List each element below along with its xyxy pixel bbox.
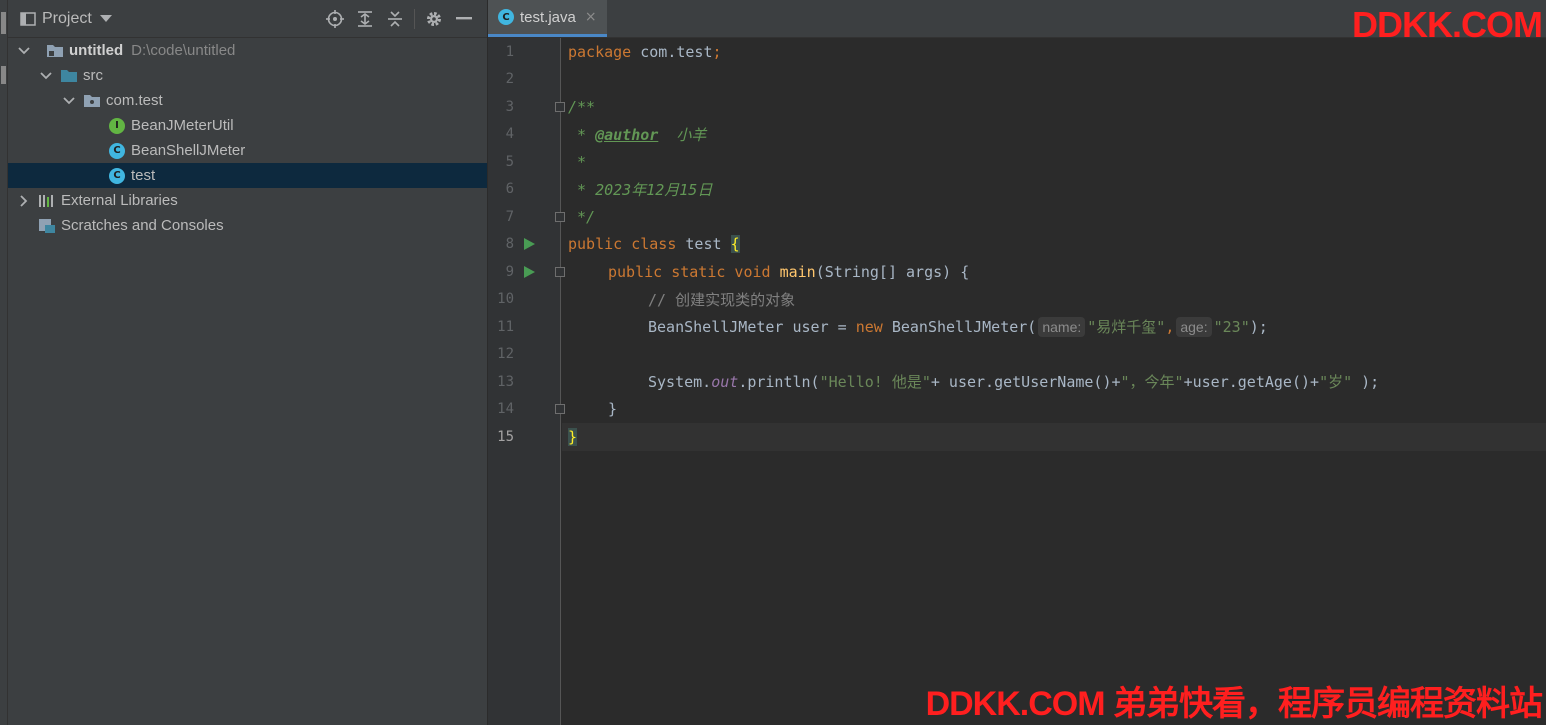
parameter-hint-age: age: — [1176, 317, 1212, 338]
line-number: 2 — [505, 71, 514, 88]
chevron-down-icon[interactable] — [99, 15, 112, 22]
expand-all-button[interactable] — [350, 4, 380, 34]
source-folder-icon — [60, 67, 78, 85]
libraries-icon — [38, 192, 56, 210]
chevron-down-icon[interactable] — [38, 68, 54, 84]
project-tool-window-tab[interactable] — [1, 12, 6, 34]
parameter-hint-name: name: — [1038, 317, 1086, 338]
fold-icon[interactable] — [555, 266, 565, 277]
project-panel-title[interactable]: Project — [42, 10, 92, 28]
line-number: 7 — [505, 208, 514, 225]
code-lines: 1 package com.test; 2 3 /** 4 * @author … — [488, 38, 1546, 725]
tree-item-label: BeanShellJMeter — [131, 142, 246, 159]
line-number: 10 — [497, 291, 514, 308]
line-number: 12 — [497, 346, 514, 363]
code-line: 4 * @author 小羊 — [488, 121, 1546, 149]
chevron-down-icon[interactable] — [61, 93, 77, 109]
toolbar-divider — [414, 8, 415, 29]
code-line: 13 System.out.println("Hello! 他是"+ user.… — [488, 368, 1546, 396]
tree-item-label: test — [131, 167, 156, 184]
project-panel: Project untitled D:\code\untitled src co… — [8, 0, 487, 725]
minimize-icon — [456, 16, 472, 19]
code-line: 6 * 2023年12月15日 — [488, 176, 1546, 204]
tree-item-label: src — [83, 67, 103, 84]
runnable-class-icon: C — [108, 167, 126, 185]
project-view-icon — [20, 11, 36, 26]
line-number: 11 — [497, 318, 514, 335]
left-tool-strip — [0, 0, 8, 725]
tree-item-label: com.test — [106, 92, 163, 109]
code-line: 5 * — [488, 148, 1546, 176]
tree-item-beanjmeterutil[interactable]: I BeanJMeterUtil — [8, 113, 487, 138]
run-icon[interactable] — [524, 238, 535, 251]
line-number: 15 — [497, 428, 514, 445]
collapse-all-button[interactable] — [380, 4, 410, 34]
tab-test-java[interactable]: C test.java × — [488, 0, 607, 37]
code-line: 12 — [488, 341, 1546, 369]
fold-icon[interactable] — [555, 101, 565, 112]
tree-item-com-test[interactable]: com.test — [8, 88, 487, 113]
java-class-icon: C — [498, 9, 514, 25]
code-line: 14 } — [488, 396, 1546, 424]
scratches-icon — [38, 217, 56, 235]
editor: C test.java × 1 package com.test; 2 3 /*… — [488, 0, 1546, 725]
tree-item-label: untitled — [69, 42, 124, 59]
expand-all-icon — [358, 10, 372, 27]
fold-icon[interactable] — [555, 404, 565, 415]
line-number: 8 — [505, 236, 514, 253]
module-folder-icon — [46, 42, 64, 60]
code-line: 2 — [488, 66, 1546, 94]
line-number: 4 — [505, 126, 514, 143]
gear-icon — [427, 11, 441, 26]
tree-item-label: External Libraries — [61, 192, 178, 209]
chevron-down-icon[interactable] — [16, 43, 32, 59]
hide-panel-button[interactable] — [449, 4, 479, 34]
code-line: 10 // 创建实现类的对象 — [488, 286, 1546, 314]
watermark-top: DDKK.COM — [1352, 4, 1543, 45]
code-line: 3 /** — [488, 93, 1546, 121]
project-panel-header: Project — [8, 0, 487, 38]
class-icon: C — [108, 142, 126, 160]
code-line: 8 public class test { — [488, 231, 1546, 259]
tree-item-external-libraries[interactable]: External Libraries — [8, 188, 487, 213]
fold-icon[interactable] — [555, 211, 565, 222]
code-line: 15 } — [488, 423, 1546, 451]
interface-icon: I — [108, 117, 126, 135]
watermark-bottom: DDKK.COM 弟弟快看，程序员编程资料站 — [925, 685, 1543, 723]
project-tree: untitled D:\code\untitled src com.test I… — [8, 38, 487, 238]
close-icon[interactable]: × — [585, 9, 597, 25]
chevron-right-icon[interactable] — [16, 193, 32, 209]
line-number: 1 — [505, 43, 514, 60]
tree-item-untitled[interactable]: untitled D:\code\untitled — [8, 38, 487, 63]
line-number: 14 — [497, 401, 514, 418]
collapse-all-icon — [388, 10, 402, 27]
locate-file-button[interactable] — [320, 4, 350, 34]
settings-button[interactable] — [419, 4, 449, 34]
package-icon — [83, 92, 101, 110]
line-number: 9 — [505, 263, 514, 280]
tab-label: test.java — [520, 8, 576, 26]
line-number: 13 — [497, 373, 514, 390]
line-number: 3 — [505, 98, 514, 115]
crosshair-icon — [326, 9, 344, 28]
code-line: 9 public static void main(String[] args)… — [488, 258, 1546, 286]
code-line: 7 */ — [488, 203, 1546, 231]
structure-tool-window-tab[interactable] — [1, 66, 6, 84]
line-number: 6 — [505, 181, 514, 198]
module-path: D:\code\untitled — [131, 42, 236, 59]
tree-item-beanshelljmeter[interactable]: C BeanShellJMeter — [8, 138, 487, 163]
tree-item-scratches[interactable]: Scratches and Consoles — [8, 213, 487, 238]
line-number: 5 — [505, 153, 514, 170]
tree-item-test[interactable]: C test — [8, 163, 487, 188]
code-line: 11 BeanShellJMeter user = new BeanShellJ… — [488, 313, 1546, 341]
tree-item-label: Scratches and Consoles — [61, 217, 224, 234]
run-icon[interactable] — [524, 265, 535, 278]
tree-item-src[interactable]: src — [8, 63, 487, 88]
tree-item-label: BeanJMeterUtil — [131, 117, 234, 134]
